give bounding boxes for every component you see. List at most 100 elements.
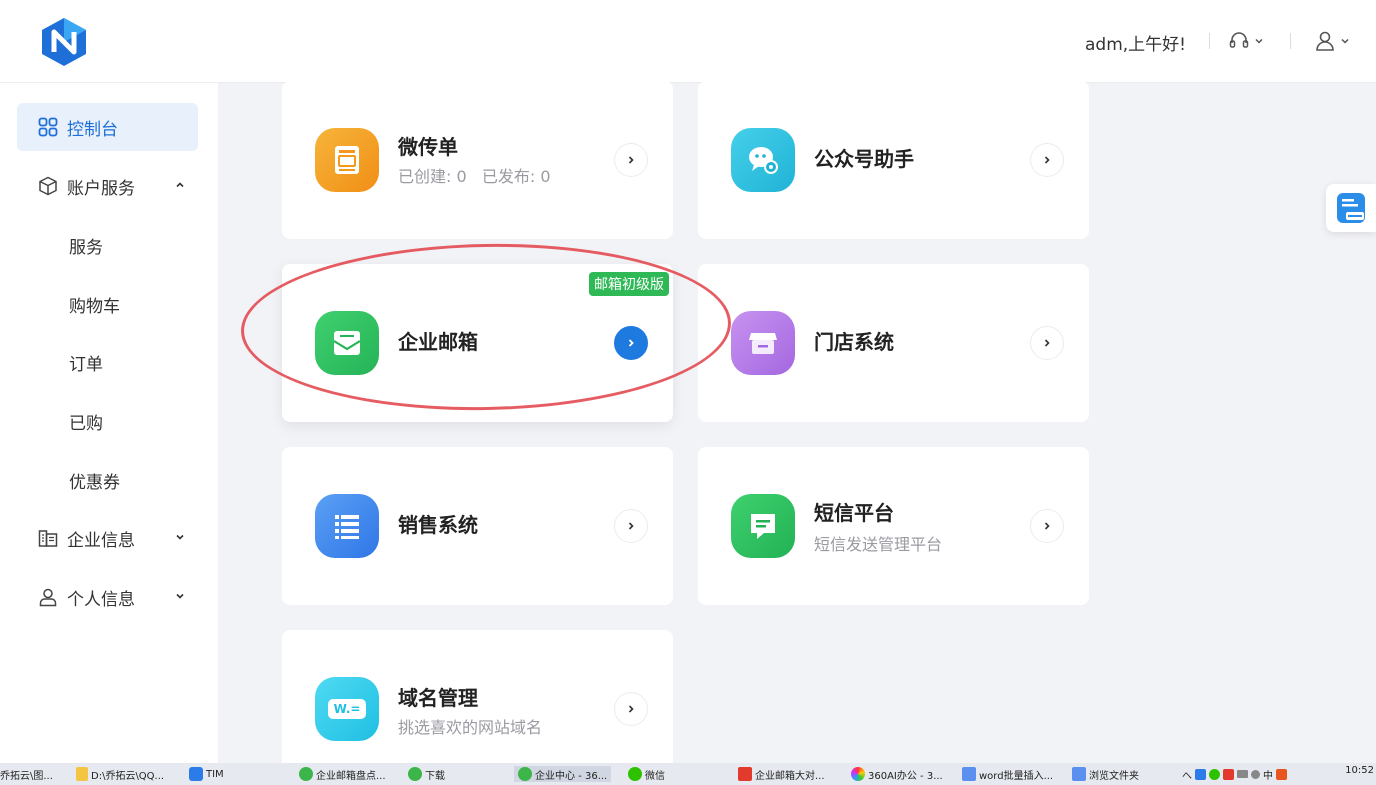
sidebar: 控制台 账户服务 服务 购物车 订单 已购 优惠券 企业信息 个人信息	[0, 83, 218, 763]
card-arrow-button[interactable]	[614, 143, 648, 177]
domain-icon: W.=	[315, 677, 379, 741]
new-document-icon	[1337, 193, 1365, 223]
taskbar-item[interactable]: 企业中心 - 36...	[514, 766, 612, 782]
mail-icon	[315, 311, 379, 375]
tool-icon	[1072, 767, 1086, 781]
card-sms-platform[interactable]: 短信平台 短信发送管理平台	[698, 447, 1089, 605]
user-icon	[37, 586, 59, 608]
network-icon	[1237, 770, 1248, 778]
taskbar-item[interactable]: TIM	[189, 766, 224, 782]
card-arrow-button[interactable]	[1030, 326, 1064, 360]
chevron-right-icon	[628, 156, 634, 164]
chevron-down-icon	[1341, 38, 1349, 44]
list-icon	[315, 494, 379, 558]
greeting-text: adm,上午好!	[1085, 35, 1186, 55]
card-arrow-button[interactable]	[1030, 143, 1064, 177]
browser-icon	[518, 767, 532, 781]
card-arrow-button[interactable]	[614, 509, 648, 543]
taskbar-item-label: 企业中心 - 36...	[535, 770, 608, 782]
taskbar-item[interactable]: word批量插入...	[962, 766, 1053, 782]
card-flyer[interactable]: 微传单 已创建: 0 已发布: 0	[282, 81, 673, 239]
floating-new-button[interactable]	[1326, 184, 1376, 232]
domain-icon-text: W.=	[327, 699, 367, 719]
sidebar-item-cart[interactable]: 购物车	[17, 280, 198, 328]
taskbar-item-label: D:\乔拓云\QQ...	[91, 770, 165, 782]
top-header: adm,上午好!	[0, 0, 1376, 83]
tray-expand-icon: へ	[1182, 770, 1192, 782]
taskbar-item[interactable]: 企业邮箱大对...	[738, 766, 825, 782]
sms-icon	[731, 494, 795, 558]
card-subtitle: 短信发送管理平台	[814, 535, 943, 554]
chevron-up-icon	[176, 182, 184, 188]
card-title: 域名管理	[398, 686, 478, 710]
card-domain-management[interactable]: W.= 域名管理 挑选喜欢的网站域名	[282, 630, 673, 763]
input-method-icon	[1276, 768, 1287, 780]
ai-office-icon	[851, 767, 865, 781]
ime-indicator: 中	[1263, 770, 1273, 782]
header-divider	[1290, 33, 1291, 49]
grid-icon	[37, 116, 59, 138]
card-sales-system[interactable]: 销售系统	[282, 447, 673, 605]
card-store-system[interactable]: 门店系统	[698, 264, 1089, 422]
sidebar-item-company-info[interactable]: 企业信息	[17, 514, 198, 562]
sidebar-item-services[interactable]: 服务	[17, 221, 198, 269]
taskbar-item-label: 企业邮箱盘点...	[316, 770, 386, 782]
chevron-right-icon	[628, 339, 634, 347]
wechat-official-icon	[731, 128, 795, 192]
wechat-tray-icon	[1209, 768, 1220, 780]
taskbar-item[interactable]: D:\乔拓云\QQ...	[76, 766, 164, 782]
taskbar-item-label: 360AI办公 - 3...	[868, 770, 943, 782]
card-enterprise-mail[interactable]: 邮箱初级版 企业邮箱	[282, 264, 673, 422]
browser-icon	[408, 767, 422, 781]
card-title: 销售系统	[398, 513, 478, 537]
card-arrow-button[interactable]	[614, 692, 648, 726]
tim-icon	[189, 767, 203, 781]
plan-badge: 邮箱初级版	[589, 272, 669, 296]
os-taskbar: 乔拓云\图... D:\乔拓云\QQ... TIM 企业邮箱盘点... 下载 企…	[0, 763, 1376, 785]
sidebar-item-orders[interactable]: 订单	[17, 338, 198, 386]
card-official-account[interactable]: 公众号助手	[698, 81, 1089, 239]
chevron-down-icon	[1255, 38, 1263, 44]
taskbar-item-label: 下载	[425, 770, 445, 782]
taskbar-item-label: 浏览文件夹	[1089, 770, 1139, 782]
volume-icon	[1251, 769, 1260, 779]
taskbar-item[interactable]: 浏览文件夹	[1072, 766, 1139, 782]
card-title: 短信平台	[814, 501, 894, 525]
logo-icon[interactable]	[38, 16, 90, 68]
taskbar-item-label: 企业邮箱大对...	[755, 770, 825, 782]
card-title: 公众号助手	[814, 147, 914, 171]
card-arrow-button[interactable]	[614, 326, 648, 360]
headset-icon	[1229, 32, 1249, 48]
sidebar-item-personal-info[interactable]: 个人信息	[17, 573, 198, 621]
system-tray[interactable]: へ 中	[1182, 766, 1287, 782]
store-icon	[731, 311, 795, 375]
card-title: 企业邮箱	[398, 330, 478, 354]
wps-tray-icon	[1223, 768, 1234, 780]
chevron-right-icon	[628, 522, 634, 530]
header-divider	[1209, 33, 1210, 49]
taskbar-item[interactable]: 360AI办公 - 3...	[851, 766, 943, 782]
user-menu[interactable]	[1314, 26, 1350, 56]
sidebar-item-label: 账户服务	[67, 178, 135, 199]
building-icon	[37, 527, 59, 549]
taskbar-item[interactable]: 下载	[408, 766, 445, 782]
taskbar-item[interactable]: 企业邮箱盘点...	[299, 766, 386, 782]
flyer-icon	[315, 128, 379, 192]
sidebar-item-account-services[interactable]: 账户服务	[17, 162, 198, 210]
support-menu[interactable]	[1228, 26, 1264, 56]
card-subtitle: 挑选喜欢的网站域名	[398, 718, 543, 737]
taskbar-item[interactable]: 微信	[628, 766, 665, 782]
taskbar-item-label: 乔拓云\图...	[0, 770, 53, 782]
sidebar-item-coupons[interactable]: 优惠券	[17, 456, 198, 504]
wechat-icon	[628, 767, 642, 781]
taskbar-item-label: TIM	[206, 768, 224, 780]
chevron-right-icon	[628, 705, 634, 713]
card-arrow-button[interactable]	[1030, 509, 1064, 543]
chevron-right-icon	[1044, 522, 1050, 530]
sidebar-item-console[interactable]: 控制台	[17, 103, 198, 151]
folder-icon	[76, 767, 88, 781]
sidebar-item-purchased[interactable]: 已购	[17, 397, 198, 445]
chevron-right-icon	[1044, 156, 1050, 164]
taskbar-item[interactable]: 乔拓云\图...	[0, 766, 53, 782]
card-title: 微传单	[398, 135, 458, 159]
